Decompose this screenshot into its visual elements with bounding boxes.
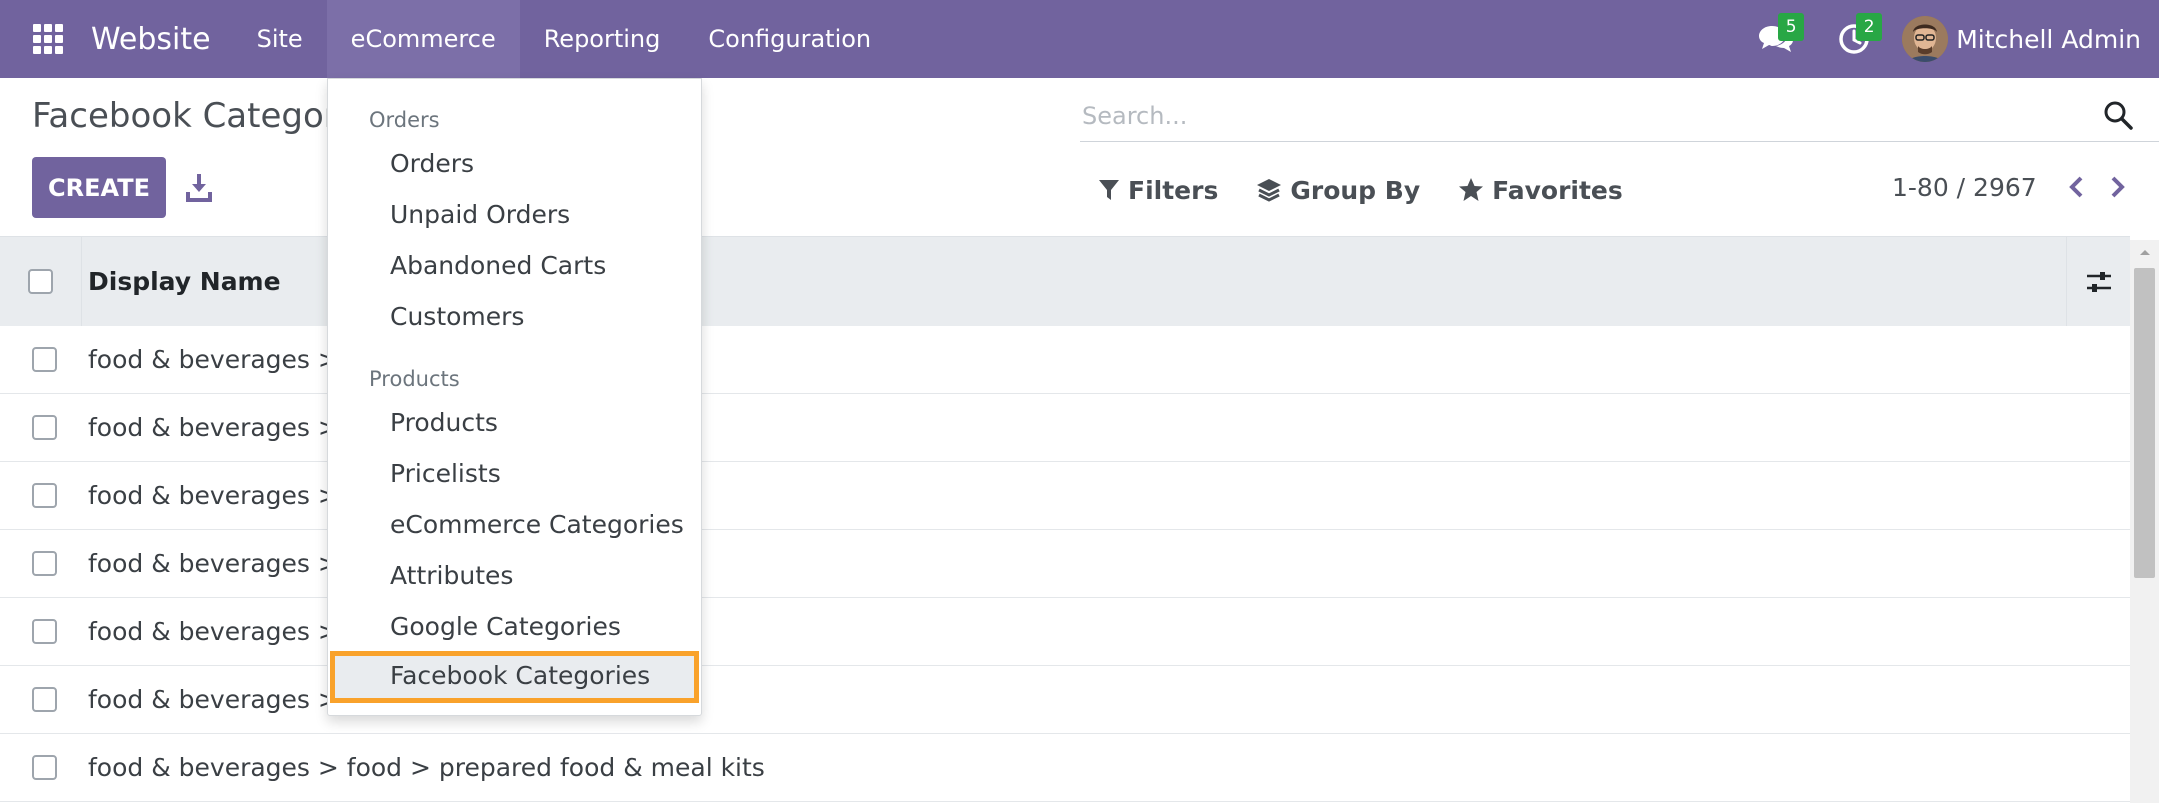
menu-item-ecommerce-categories[interactable]: eCommerce Categories [328, 501, 701, 549]
scroll-up-arrow[interactable] [2130, 240, 2159, 264]
menu-item-unpaid-orders[interactable]: Unpaid Orders [328, 191, 701, 239]
menu-item-attributes[interactable]: Attributes [328, 552, 701, 600]
avatar[interactable] [1902, 16, 1949, 62]
sliders-icon [2086, 271, 2111, 292]
menu-configuration[interactable]: Configuration [684, 0, 895, 78]
activities-count-badge: 2 [1856, 13, 1883, 41]
table-row[interactable]: food & beverages > fo [0, 530, 2130, 598]
activities-menu[interactable]: 2 [1824, 0, 1884, 78]
menu-item-orders[interactable]: Orders [328, 140, 701, 188]
filters-label: Filters [1128, 175, 1219, 205]
pager-value[interactable]: 1-80 / 2967 [1892, 173, 2037, 202]
chevron-right-icon [2111, 176, 2125, 198]
messages-count-badge: 5 [1778, 13, 1805, 41]
section-header-orders: Orders [369, 108, 440, 132]
pager-previous-button[interactable] [2061, 172, 2091, 202]
menu-item-facebook-categories[interactable]: Facebook Categories [330, 651, 699, 703]
pager-next-button[interactable] [2103, 172, 2133, 202]
optional-columns-toggle[interactable] [2066, 237, 2130, 326]
table-row[interactable]: food & beverages > fo [0, 394, 2130, 462]
scrollbar-thumb[interactable] [2134, 268, 2155, 578]
row-checkbox[interactable] [31, 347, 57, 372]
table-row[interactable]: food & beverages > fo [0, 462, 2130, 530]
search-bar [1080, 92, 2159, 142]
page-title: Facebook Categor [32, 96, 338, 136]
menu-reporting[interactable]: Reporting [520, 0, 685, 78]
filters-button[interactable]: Filters [1098, 176, 1218, 205]
search-icon[interactable] [2102, 99, 2134, 131]
systray: 5 2 Mitchell Admin [1746, 0, 2141, 78]
menu-site[interactable]: Site [233, 0, 327, 78]
favorites-label: Favorites [1492, 175, 1623, 205]
search-input[interactable] [1082, 96, 2082, 136]
search-options: Filters Group By Favorites [1098, 172, 1661, 208]
row-display-name: food & beverages > food > prepared food … [88, 753, 765, 782]
list-view: Display Name food & beverages > fo food … [0, 236, 2130, 802]
table-row[interactable]: food & beverages > fo [0, 666, 2130, 734]
menu-item-products[interactable]: Products [328, 399, 701, 447]
row-checkbox[interactable] [31, 755, 57, 780]
row-checkbox[interactable] [31, 619, 57, 644]
section-header-products: Products [369, 367, 460, 391]
row-checkbox[interactable] [31, 687, 57, 712]
row-checkbox[interactable] [31, 483, 57, 508]
app-brand[interactable]: Website [91, 22, 211, 57]
download-button[interactable] [184, 170, 214, 204]
chevron-left-icon [2068, 176, 2083, 198]
menu-item-google-categories[interactable]: Google Categories [328, 603, 701, 651]
layers-icon [1257, 179, 1282, 202]
download-icon [186, 174, 212, 202]
list-scrollbar[interactable] [2130, 240, 2159, 803]
select-all-cell [0, 237, 82, 326]
star-icon [1459, 178, 1484, 201]
column-header-display-name[interactable]: Display Name [82, 267, 281, 296]
create-button[interactable]: CREATE [32, 157, 166, 218]
apps-grid-icon[interactable] [33, 24, 63, 54]
main-navbar: Website Site eCommerce Reporting Configu… [0, 0, 2159, 78]
group-by-button[interactable]: Group By [1256, 176, 1420, 205]
group-by-label: Group By [1290, 175, 1421, 205]
row-checkbox[interactable] [31, 551, 57, 576]
user-name[interactable]: Mitchell Admin [1956, 25, 2141, 54]
table-row[interactable]: food & beverages > fo [0, 326, 2130, 394]
menu-item-abandoned-carts[interactable]: Abandoned Carts [328, 242, 701, 290]
table-row[interactable]: food & beverages > food > prepared food … [0, 734, 2130, 802]
menu-item-customers[interactable]: Customers [328, 293, 701, 341]
favorites-button[interactable]: Favorites [1458, 176, 1623, 205]
menu-ecommerce[interactable]: eCommerce [326, 0, 520, 78]
list-header: Display Name [0, 236, 2130, 326]
pager: 1-80 / 2967 [1892, 172, 2133, 202]
messages-menu[interactable]: 5 [1746, 0, 1806, 78]
funnel-icon [1099, 180, 1119, 200]
table-row[interactable]: food & beverages > fo [0, 598, 2130, 666]
menu-item-pricelists[interactable]: Pricelists [328, 450, 701, 498]
ecommerce-dropdown-menu: Orders Orders Unpaid Orders Abandoned Ca… [327, 78, 702, 716]
row-checkbox[interactable] [31, 415, 57, 440]
select-all-checkbox[interactable] [28, 269, 53, 294]
